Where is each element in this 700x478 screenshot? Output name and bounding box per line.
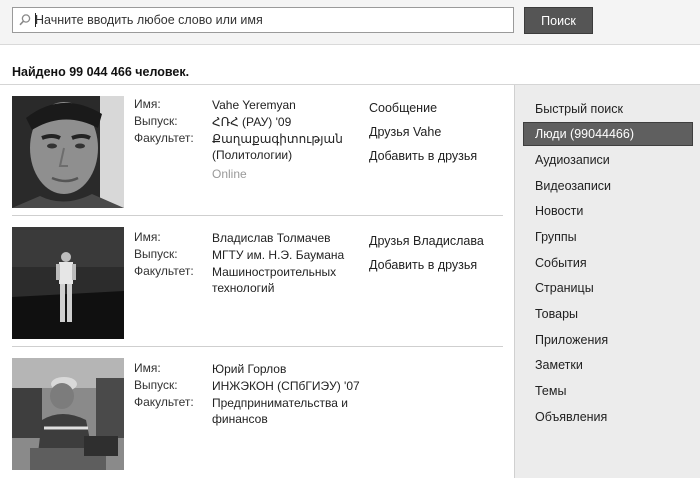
sidebar-item-topics[interactable]: Темы xyxy=(523,379,693,403)
person-graduation[interactable]: ИНЖЭКОН (СПбГИЭУ) '07 xyxy=(212,378,360,394)
person-faculty[interactable]: Քաղաքագիտության (Политологии) xyxy=(212,131,360,163)
text-cursor xyxy=(35,13,36,27)
person-result-3: Имя: Выпуск: Факультет: Юрий Горлов ИНЖЭ… xyxy=(12,358,504,470)
name-label: Имя: xyxy=(134,230,161,244)
person-graduation[interactable]: ՀՌՀ (РАУ) '09 xyxy=(212,114,360,130)
sidebar-item-people[interactable]: Люди (99044466) xyxy=(523,122,693,146)
faculty-label: Факультет: xyxy=(134,264,194,278)
graduation-label: Выпуск: xyxy=(134,378,178,392)
sidebar-item-goods[interactable]: Товары xyxy=(523,302,693,326)
person-name[interactable]: Владислав Толмачев xyxy=(212,230,360,246)
person-faculty[interactable]: Машиностроительных технологий xyxy=(212,264,360,296)
sidebar-item-ads[interactable]: Объявления xyxy=(523,405,693,429)
search-bar: Поиск xyxy=(0,0,700,45)
online-status: Online xyxy=(212,167,247,181)
sidebar-item-notes[interactable]: Заметки xyxy=(523,353,693,377)
search-input[interactable] xyxy=(35,8,505,32)
divider xyxy=(12,346,503,347)
search-box[interactable] xyxy=(12,7,514,33)
graduation-label: Выпуск: xyxy=(134,247,178,261)
results-count: Найдено 99 044 466 человек. xyxy=(12,65,190,79)
person-result-2: Имя: Выпуск: Факультет: Владислав Толмач… xyxy=(12,227,504,339)
person-result-1: Имя: Выпуск: Факультет: Vahe Yeremyan ՀՌ… xyxy=(12,96,504,208)
avatar[interactable] xyxy=(12,358,124,470)
view-friends-link[interactable]: Друзья Владислава xyxy=(369,234,484,248)
person-name[interactable]: Юрий Горлов xyxy=(212,361,360,377)
name-label: Имя: xyxy=(134,97,161,111)
faculty-label: Факультет: xyxy=(134,131,194,145)
sidebar-item-events[interactable]: События xyxy=(523,251,693,275)
person-name[interactable]: Vahe Yeremyan xyxy=(212,97,360,113)
search-sections-sidebar: Быстрый поиск Люди (99044466) Аудиозапис… xyxy=(514,85,700,478)
send-message-link[interactable]: Сообщение xyxy=(369,101,437,115)
divider xyxy=(12,215,503,216)
faculty-label: Факультет: xyxy=(134,395,194,409)
person-faculty[interactable]: Предпринимательства и финансов xyxy=(212,395,360,427)
sidebar-item-audio[interactable]: Аудиозаписи xyxy=(523,148,693,172)
sidebar-item-groups[interactable]: Группы xyxy=(523,225,693,249)
graduation-label: Выпуск: xyxy=(134,114,178,128)
sidebar-item-pages[interactable]: Страницы xyxy=(523,276,693,300)
add-friend-link[interactable]: Добавить в друзья xyxy=(369,149,477,163)
search-icon xyxy=(19,14,31,26)
view-friends-link[interactable]: Друзья Vahe xyxy=(369,125,441,139)
sidebar-item-quick-search[interactable]: Быстрый поиск xyxy=(523,97,693,121)
avatar[interactable] xyxy=(12,227,124,339)
sidebar-item-video[interactable]: Видеозаписи xyxy=(523,174,693,198)
search-button[interactable]: Поиск xyxy=(524,7,593,34)
sidebar-item-news[interactable]: Новости xyxy=(523,199,693,223)
person-graduation[interactable]: МГТУ им. Н.Э. Баумана xyxy=(212,247,360,263)
sidebar-item-apps[interactable]: Приложения xyxy=(523,328,693,352)
add-friend-link[interactable]: Добавить в друзья xyxy=(369,258,477,272)
name-label: Имя: xyxy=(134,361,161,375)
avatar[interactable] xyxy=(12,96,124,208)
